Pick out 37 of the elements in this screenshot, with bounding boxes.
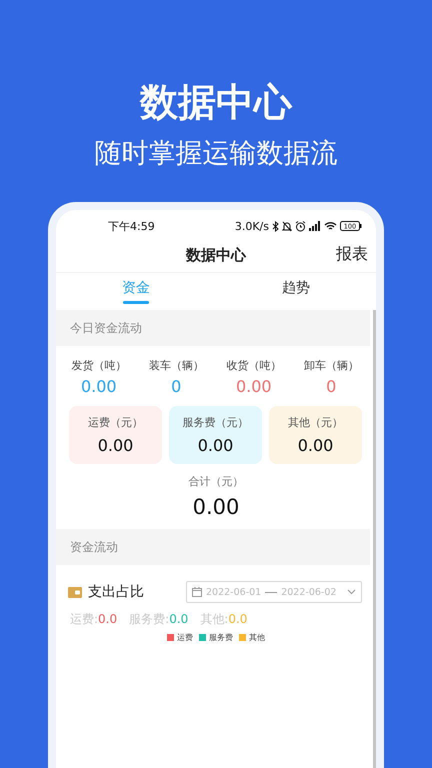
fee-label: 运费（元） xyxy=(88,415,143,430)
stat-label: 收货（吨） xyxy=(226,358,282,373)
legend-label: 其他 xyxy=(249,632,265,643)
section-header: 今日资金流动 xyxy=(56,310,370,346)
signal-icon xyxy=(309,221,321,231)
wallet-icon xyxy=(68,586,82,598)
legend-label: 服务费 xyxy=(209,632,233,643)
stat-value: 0.00 xyxy=(236,377,272,396)
fee-value: 0.00 xyxy=(298,436,334,455)
fee-label: 其他（元） xyxy=(288,415,343,430)
calendar-icon xyxy=(192,587,202,597)
wifi-icon xyxy=(324,221,337,231)
total-label: 合计（元） xyxy=(188,474,244,489)
stat-value: 0 xyxy=(171,377,182,396)
headline: 数据中心 xyxy=(140,79,292,126)
report-button[interactable]: 报表 xyxy=(336,244,368,265)
stat-label: 装车（辆） xyxy=(148,358,204,373)
chevron-down-icon xyxy=(347,589,356,595)
legend-label: 运费 xyxy=(177,632,193,643)
stat-label: 卸车（辆） xyxy=(304,358,359,373)
status-time: 下午4:59 xyxy=(108,218,155,234)
stat-label: 发货（吨） xyxy=(71,358,126,373)
fee-value: 0.00 xyxy=(98,436,134,455)
stat-value: 0.00 xyxy=(80,377,117,396)
bluetooth-icon xyxy=(272,220,279,232)
stat-value: 0 xyxy=(326,377,336,396)
bell-muted-icon xyxy=(282,220,292,232)
tab[interactable]: 趋势 xyxy=(216,273,376,310)
page-title: 数据中心 xyxy=(186,246,246,264)
fee-value: 0.00 xyxy=(198,436,234,455)
fee-label: 服务费（元） xyxy=(182,415,248,430)
total-value: 0.00 xyxy=(192,495,240,519)
network-speed: 3.0K/s xyxy=(234,220,269,232)
subheadline: 随时掌握运输数据流 xyxy=(94,137,338,171)
section-header: 资金流动 xyxy=(56,529,370,565)
alarm-icon xyxy=(295,220,306,232)
spend-title: 支出占比 xyxy=(88,583,144,601)
